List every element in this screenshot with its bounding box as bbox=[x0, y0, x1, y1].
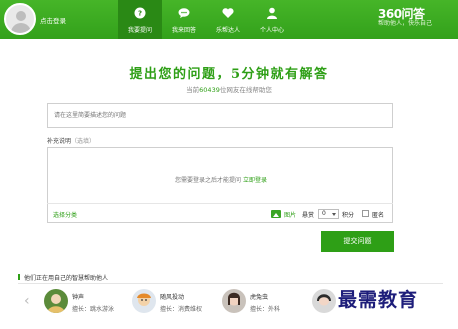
nav-item-profile[interactable]: 个人中心 bbox=[250, 0, 294, 39]
anonymous-checkbox[interactable] bbox=[362, 210, 369, 217]
brand-logo-text: 360问答 bbox=[378, 7, 425, 21]
nav-item-experts[interactable]: 乐帮达人 bbox=[206, 0, 250, 39]
helper-avatar bbox=[222, 289, 246, 313]
reward-select-value: 0 bbox=[322, 210, 326, 217]
reward-select[interactable]: 0 bbox=[318, 209, 339, 219]
helper-avatar bbox=[312, 289, 336, 313]
helper-specialty: 擅长：外科 bbox=[250, 306, 281, 313]
question-bubble-icon: ? bbox=[134, 7, 146, 19]
top-header: 点击登录 ? 我要提问 我来回答 乐帮达人 个人中心 360问答 帮助他人，快乐… bbox=[0, 0, 458, 39]
question-input-box bbox=[47, 103, 393, 128]
question-options-bar: 选择分类 图片 悬赏 0 积分 匿名 bbox=[47, 203, 393, 223]
divider bbox=[18, 283, 443, 284]
brand-logo[interactable]: 360问答 帮助他人，快乐自己 bbox=[378, 8, 452, 30]
chevron-left-icon[interactable]: ‹ bbox=[24, 294, 32, 308]
login-required-text: 您需要登录之后才能提问 bbox=[175, 177, 242, 184]
anonymous-label[interactable]: 匿名 bbox=[372, 210, 384, 219]
user-icon bbox=[267, 7, 277, 19]
image-upload-link[interactable]: 图片 bbox=[284, 210, 296, 219]
points-label: 积分 bbox=[342, 212, 355, 219]
helper-name: 虎兔虫 bbox=[250, 294, 269, 301]
nav-item-label: 个人中心 bbox=[259, 27, 284, 34]
helper-avatar bbox=[44, 289, 68, 313]
login-required-message: 您需要登录之后才能提问 立即登录 bbox=[48, 175, 394, 184]
brand-tagline: 帮助他人，快乐自己 bbox=[378, 20, 433, 27]
helper-name: 随风投动 bbox=[160, 294, 185, 301]
svg-text:?: ? bbox=[138, 10, 142, 18]
online-count-suffix: 位网友在线帮助您 bbox=[219, 86, 272, 94]
avatar[interactable] bbox=[4, 3, 36, 35]
nav-item-ask[interactable]: ? 我要提问 bbox=[118, 0, 162, 39]
reward-label: 悬赏 bbox=[302, 212, 315, 219]
nav-item-label: 乐帮达人 bbox=[215, 27, 240, 34]
avatar-head-shape bbox=[16, 11, 26, 21]
login-now-link[interactable]: 立即登录 bbox=[243, 177, 267, 184]
submit-question-button[interactable]: 提交问题 bbox=[321, 231, 394, 252]
nav-item-label: 我来回答 bbox=[171, 27, 196, 34]
supplement-label: 补充说明（选填） bbox=[47, 136, 95, 145]
supplement-label-text: 补充说明 bbox=[47, 138, 72, 145]
helper-specialty: 擅长：消费维权 bbox=[160, 306, 203, 313]
heart-icon bbox=[222, 8, 234, 18]
main-nav: ? 我要提问 我来回答 乐帮达人 个人中心 bbox=[118, 0, 294, 39]
login-link[interactable]: 点击登录 bbox=[40, 15, 66, 25]
helper-name: 钟声 bbox=[72, 294, 85, 301]
helper-specialty: 擅长：跳水游泳 bbox=[72, 306, 115, 313]
helper-avatar bbox=[132, 289, 156, 313]
helpers-section-title: 他们正在用自己的智慧帮助他人 bbox=[17, 274, 109, 282]
page-headline: 提出您的问题，5分钟就有解答 bbox=[129, 67, 329, 82]
choose-category-link[interactable]: 选择分类 bbox=[53, 210, 77, 219]
nav-item-label: 我要提问 bbox=[127, 27, 152, 34]
question-input[interactable] bbox=[48, 104, 392, 127]
avatar-body-shape bbox=[11, 23, 31, 33]
chat-bubbles-icon bbox=[178, 8, 190, 18]
nav-item-answer[interactable]: 我来回答 bbox=[162, 0, 206, 39]
watermark: 最需教育 bbox=[338, 289, 419, 311]
online-count-prefix: 当前 bbox=[186, 86, 200, 94]
online-count-number: 60439 bbox=[199, 86, 220, 94]
chevron-down-icon bbox=[332, 213, 336, 216]
online-count-line: 当前60439位网友在线帮助您 bbox=[0, 84, 458, 94]
image-icon[interactable] bbox=[271, 210, 281, 218]
supplement-hint: （选填） bbox=[71, 138, 96, 145]
